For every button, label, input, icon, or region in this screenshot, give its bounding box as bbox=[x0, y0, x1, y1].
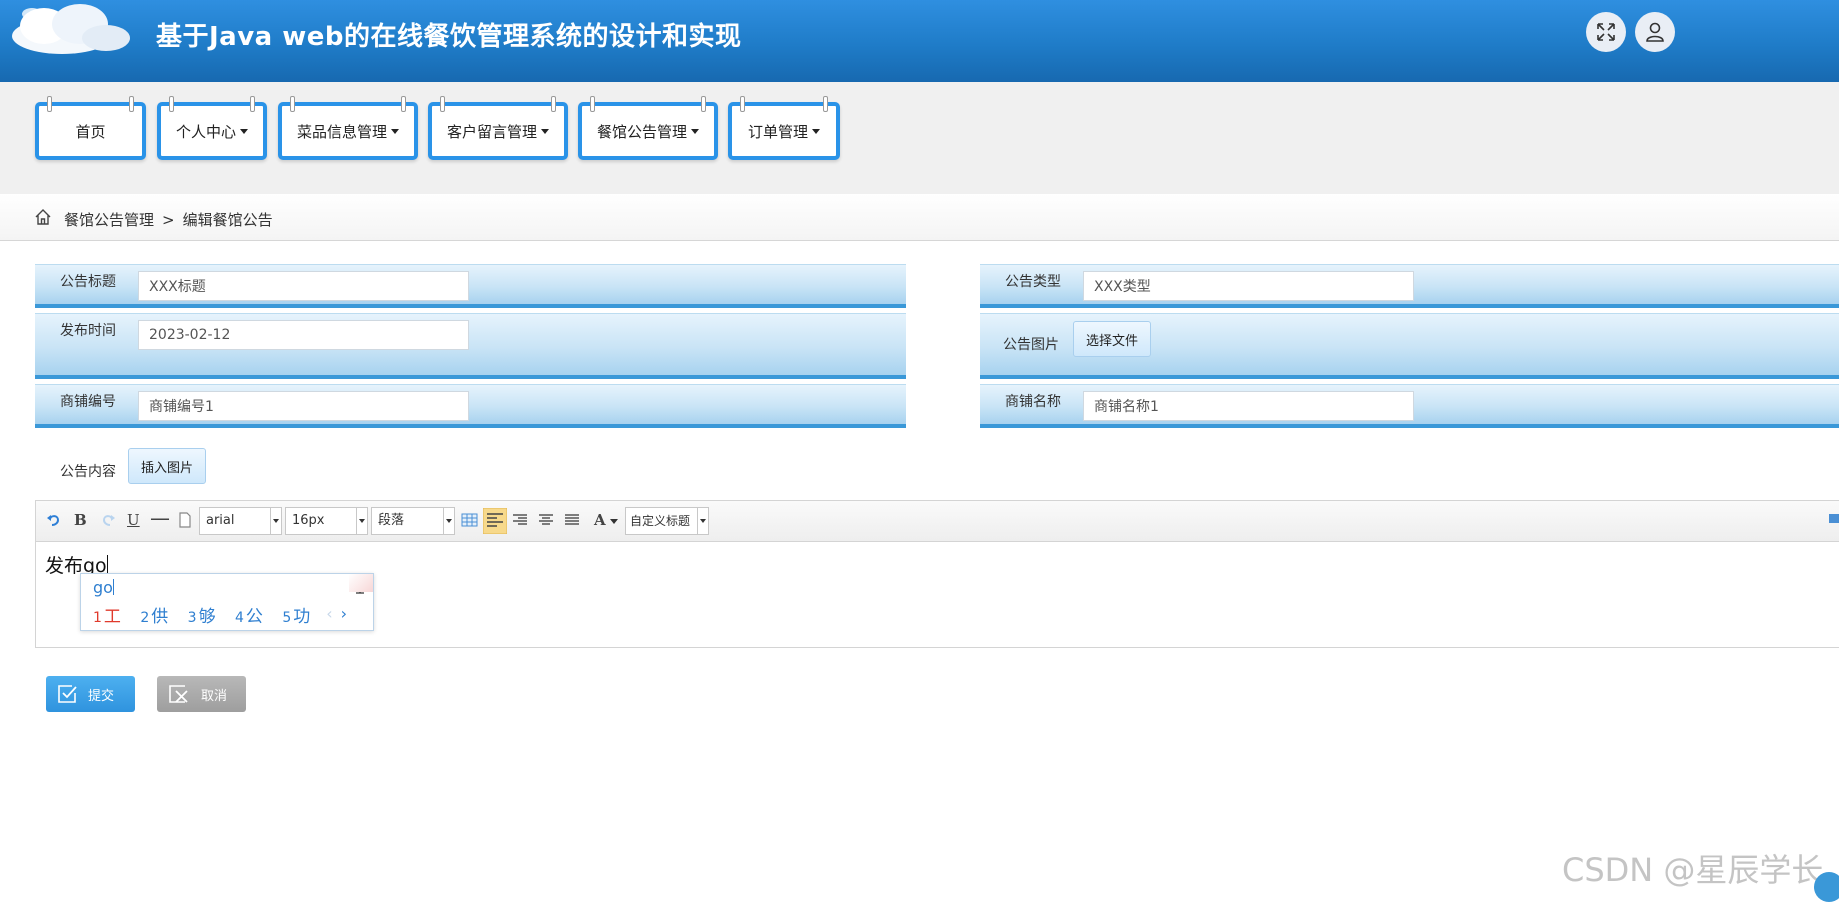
nav-item-notice-management[interactable]: 餐馆公告管理 bbox=[578, 96, 718, 160]
font-size-select[interactable]: 16px bbox=[285, 507, 368, 535]
title-label: 公告标题 bbox=[60, 274, 116, 290]
app-title: 基于Java web的在线餐饮管理系统的设计和实现 bbox=[156, 22, 742, 52]
paragraph-value: 段落 bbox=[378, 513, 405, 528]
table-icon[interactable] bbox=[461, 512, 478, 528]
shop-name-label: 商铺名称 bbox=[1005, 394, 1061, 410]
align-right-icon[interactable] bbox=[512, 512, 528, 528]
nav-item-order-management[interactable]: 订单管理 bbox=[728, 96, 840, 160]
check-square-icon bbox=[58, 685, 77, 703]
shop-no-label: 商铺编号 bbox=[60, 394, 116, 410]
underline-icon[interactable]: U bbox=[127, 511, 140, 529]
choose-file-button[interactable]: 选择文件 bbox=[1073, 321, 1152, 357]
watermark: CSDN @星辰学长 bbox=[1562, 851, 1824, 889]
bold-icon[interactable]: B bbox=[74, 511, 87, 529]
ime-skin-decoration bbox=[349, 574, 373, 592]
ime-candidate-popup: go 1工 2供 3够 4公 5功 ‹ › bbox=[80, 573, 374, 631]
cancel-label: 取消 bbox=[201, 688, 228, 704]
caret-down-icon bbox=[812, 128, 820, 134]
align-left-icon[interactable] bbox=[483, 508, 507, 534]
ime-next-page-button[interactable]: › bbox=[341, 604, 347, 623]
ime-candidate[interactable]: 1工 bbox=[93, 607, 121, 627]
cancel-button[interactable]: 取消 bbox=[157, 676, 246, 712]
nav-item-label: 订单管理 bbox=[747, 122, 808, 141]
title-input[interactable] bbox=[138, 271, 469, 301]
nav-item-message-management[interactable]: 客户留言管理 bbox=[428, 96, 568, 160]
caret-down-icon bbox=[391, 128, 399, 134]
fullscreen-button[interactable] bbox=[1586, 12, 1626, 52]
caret-down-icon bbox=[240, 128, 248, 134]
shop-no-input[interactable] bbox=[138, 391, 469, 421]
redo-icon[interactable] bbox=[100, 512, 116, 528]
fullscreen-editor-icon[interactable] bbox=[1828, 512, 1839, 526]
ime-candidate[interactable]: 3够 bbox=[188, 607, 216, 627]
undo-icon[interactable] bbox=[46, 512, 62, 528]
type-input[interactable] bbox=[1083, 271, 1414, 301]
ime-candidate[interactable]: 2供 bbox=[140, 607, 168, 627]
fullscreen-icon bbox=[1597, 23, 1615, 41]
ime-candidate-list: 1工 2供 3够 4公 5功 bbox=[93, 602, 324, 627]
paragraph-select[interactable]: 段落 bbox=[371, 507, 455, 535]
document-icon[interactable] bbox=[178, 512, 192, 528]
publish-time-input[interactable] bbox=[138, 320, 469, 350]
ime-page-nav: ‹ › bbox=[326, 604, 347, 623]
chevron-down-icon bbox=[356, 508, 367, 534]
cloud-logo-icon bbox=[12, 4, 130, 54]
breadcrumb-parent-link[interactable]: 餐馆公告管理 bbox=[64, 211, 154, 229]
content-label: 公告内容 bbox=[60, 464, 116, 480]
user-icon bbox=[1646, 22, 1664, 42]
nav-item-home[interactable]: 首页 bbox=[35, 96, 146, 160]
chevron-down-icon bbox=[697, 508, 708, 534]
chevron-down-icon bbox=[270, 508, 281, 534]
caret-down-icon bbox=[541, 128, 549, 134]
home-icon[interactable] bbox=[34, 208, 52, 226]
nav-bar: 首页 个人中心 菜品信息管理 客户留言管理 餐馆公告管理 订单管理 bbox=[0, 82, 1839, 194]
chevron-down-icon bbox=[443, 508, 454, 534]
app-header: 基于Java web的在线餐饮管理系统的设计和实现 bbox=[0, 0, 1839, 82]
caret-down-icon bbox=[609, 518, 618, 524]
custom-heading-select[interactable]: 自定义标题 bbox=[625, 507, 709, 535]
font-size-value: 16px bbox=[292, 513, 325, 528]
horizontal-rule-icon[interactable]: — bbox=[150, 506, 170, 530]
custom-heading-value: 自定义标题 bbox=[630, 514, 691, 528]
nav-item-label: 客户留言管理 bbox=[446, 122, 537, 141]
align-justify-icon[interactable] bbox=[564, 512, 580, 528]
breadcrumb-separator: > bbox=[162, 211, 175, 229]
font-color-label: A bbox=[594, 511, 606, 529]
ime-input-text: go bbox=[93, 578, 113, 597]
image-label: 公告图片 bbox=[1003, 337, 1059, 353]
ime-candidate[interactable]: 4公 bbox=[235, 607, 263, 627]
breadcrumb-current: 编辑餐馆公告 bbox=[182, 211, 273, 229]
close-square-icon bbox=[169, 685, 188, 703]
submit-label: 提交 bbox=[88, 688, 115, 704]
editor-toolbar: B U — arial 16px 段落 A 自定义标题 bbox=[36, 501, 1839, 542]
shop-name-input[interactable] bbox=[1083, 391, 1414, 421]
ime-prev-page-button[interactable]: ‹ bbox=[326, 604, 332, 623]
nav-item-dish-management[interactable]: 菜品信息管理 bbox=[278, 96, 418, 160]
nav-item-label: 首页 bbox=[75, 122, 106, 141]
text-cursor bbox=[106, 555, 108, 575]
nav-item-label: 餐馆公告管理 bbox=[596, 122, 687, 141]
ime-composition-text: go bbox=[93, 578, 114, 597]
ime-cursor bbox=[112, 579, 114, 595]
time-label: 发布时间 bbox=[60, 323, 116, 339]
type-label: 公告类型 bbox=[1005, 274, 1061, 290]
nav-item-label: 个人中心 bbox=[175, 122, 236, 141]
submit-button[interactable]: 提交 bbox=[46, 676, 135, 712]
font-family-select[interactable]: arial bbox=[199, 507, 282, 535]
nav-item-personal-center[interactable]: 个人中心 bbox=[157, 96, 267, 160]
insert-image-button[interactable]: 插入图片 bbox=[128, 448, 207, 484]
caret-down-icon bbox=[691, 128, 699, 134]
align-center-icon[interactable] bbox=[538, 512, 554, 528]
ime-candidate[interactable]: 5功 bbox=[282, 607, 310, 627]
user-button[interactable] bbox=[1635, 12, 1675, 52]
scroll-top-button[interactable] bbox=[1814, 872, 1839, 902]
font-color-icon[interactable]: A bbox=[594, 511, 618, 529]
nav-item-label: 菜品信息管理 bbox=[296, 122, 387, 141]
font-family-value: arial bbox=[206, 513, 235, 528]
breadcrumb: 餐馆公告管理 > 编辑餐馆公告 bbox=[0, 194, 1839, 241]
